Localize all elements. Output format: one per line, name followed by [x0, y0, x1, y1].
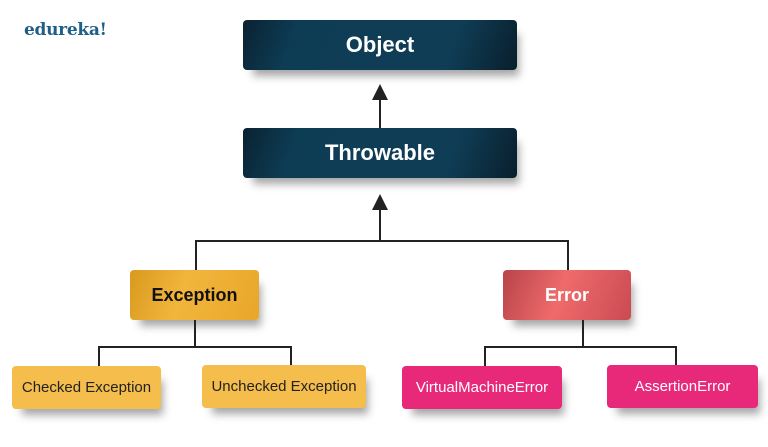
diagram-canvas: edureka! Object Throwable Exception Erro…	[0, 0, 768, 447]
arrowhead-icon	[372, 84, 388, 100]
connector	[675, 346, 677, 366]
connector	[484, 346, 486, 366]
connector-exception	[195, 240, 197, 270]
edureka-logo: edureka!	[24, 20, 107, 40]
connector	[290, 346, 292, 366]
node-assertion-error: AssertionError	[607, 365, 758, 408]
node-checked-exception: Checked Exception	[12, 366, 161, 409]
node-throwable: Throwable	[243, 128, 517, 178]
node-error: Error	[503, 270, 631, 320]
node-exception: Exception	[130, 270, 259, 320]
connector	[98, 346, 100, 367]
connector	[484, 346, 677, 348]
node-virtual-machine-error: VirtualMachineError	[402, 366, 562, 409]
connector	[98, 346, 292, 348]
connector	[194, 320, 196, 347]
connector-trunk	[379, 206, 381, 242]
connector-horizontal	[195, 240, 569, 242]
connector-throwable-object	[379, 96, 381, 128]
connector-error	[567, 240, 569, 270]
node-unchecked-exception: Unchecked Exception	[202, 365, 366, 408]
connector	[582, 320, 584, 347]
node-object: Object	[243, 20, 517, 70]
